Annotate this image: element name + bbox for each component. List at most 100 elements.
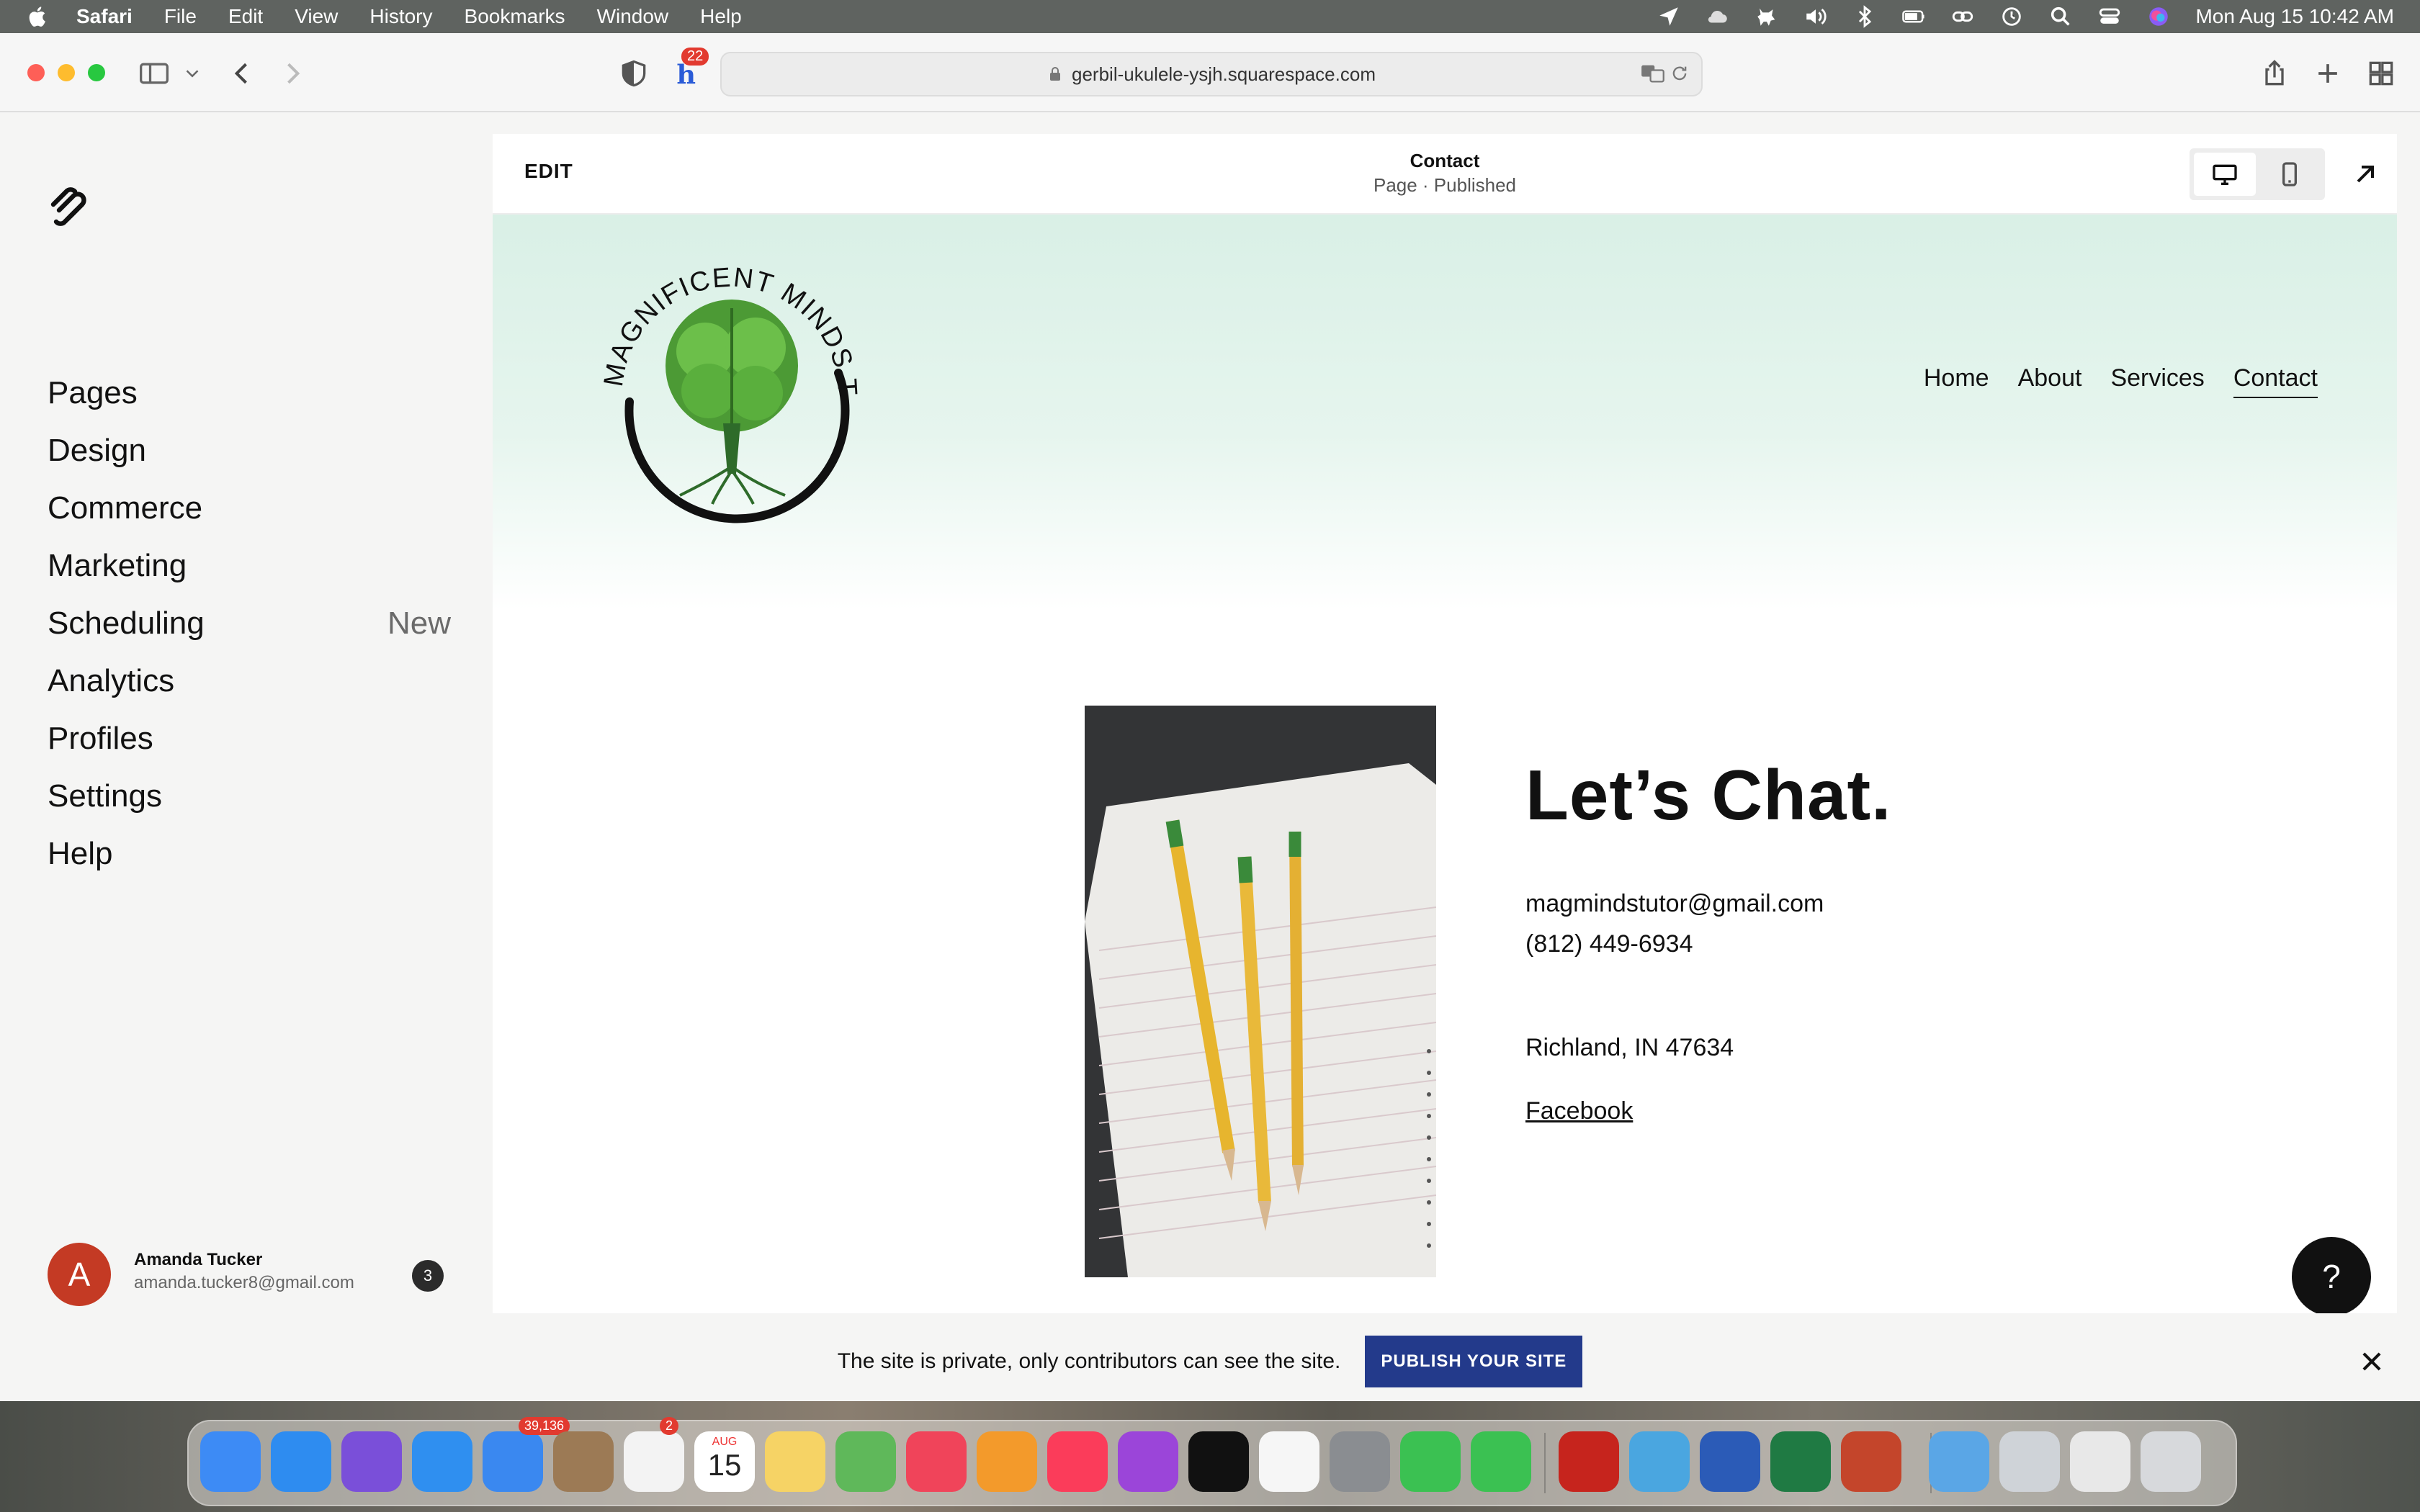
acrobat-icon[interactable] [1559,1431,1619,1492]
editor-topbar: EDIT Contact Page · Published [493,134,2397,215]
app-store-icon[interactable] [271,1431,331,1492]
bluetooth-icon[interactable] [1852,4,1877,29]
avatar[interactable]: A [48,1243,111,1306]
siri-icon[interactable] [2146,4,2171,29]
folder-icon[interactable] [1929,1431,1989,1492]
notes-icon[interactable] [765,1431,825,1492]
menu-view[interactable]: View [295,5,338,28]
system-preferences-icon[interactable] [1330,1431,1390,1492]
address-bar[interactable]: gerbil-ukulele-ysjh.squarespace.com [720,52,1703,96]
menu-help[interactable]: Help [700,5,742,28]
squarespace-logo-icon[interactable] [45,184,91,230]
menu-bookmarks[interactable]: Bookmarks [465,5,565,28]
facebook-link[interactable]: Facebook [1525,1097,1633,1125]
back-arrow-icon[interactable] [226,58,258,89]
facetime-icon[interactable] [1400,1431,1461,1492]
sidebar-item-help[interactable]: Help [48,825,451,883]
sidebar-item-label: Analytics [48,663,175,698]
reload-icon[interactable] [1670,63,1690,84]
trash-icon[interactable] [2141,1431,2201,1492]
screenshot-icon-2[interactable] [2070,1431,2130,1492]
site-nav-contact[interactable]: Contact [2233,364,2318,398]
dog-app-icon[interactable] [1629,1431,1690,1492]
lock-icon [1050,67,1060,81]
photos-icon[interactable] [1259,1431,1319,1492]
sidebar-item-scheduling[interactable]: Scheduling New [48,595,451,652]
calendar-icon[interactable]: AUG 15 [694,1431,755,1492]
sidebar-item-settings[interactable]: Settings [48,768,451,825]
menu-app-name[interactable]: Safari [76,5,133,28]
sidebar-item-label: Pages [48,375,138,410]
contacts-icon[interactable] [553,1431,614,1492]
sidebar-item-pages[interactable]: Pages [48,364,451,422]
sidebar-item-profiles[interactable]: Profiles [48,710,451,768]
contact-email[interactable]: magmindstutor@gmail.com [1525,890,1824,918]
help-question-button[interactable]: ? [2292,1237,2371,1313]
site-nav-about[interactable]: About [2018,364,2082,398]
safari-icon[interactable] [412,1431,472,1492]
link-icon[interactable] [1950,4,1975,29]
messages-icon[interactable] [1471,1431,1531,1492]
fullscreen-window-button[interactable] [88,64,105,81]
finder-icon[interactable] [200,1431,261,1492]
podcasts-icon[interactable] [1118,1431,1178,1492]
share-icon[interactable] [2259,58,2290,89]
cloud-icon[interactable] [1706,4,1730,29]
open-external-arrow-icon[interactable] [2351,160,2380,189]
menu-history[interactable]: History [369,5,432,28]
excel-icon[interactable] [1770,1431,1831,1492]
url-text[interactable]: gerbil-ukulele-ysjh.squarespace.com [1072,63,1376,86]
news-icon[interactable] [906,1431,967,1492]
new-tab-icon[interactable] [2312,58,2344,89]
mobile-view-button[interactable] [2259,153,2321,196]
minimize-window-button[interactable] [58,64,75,81]
privacy-shield-icon[interactable] [618,58,650,89]
menubar-clock[interactable]: Mon Aug 15 10:42 AM [2195,5,2394,28]
menu-file[interactable]: File [164,5,197,28]
location-icon[interactable] [1657,4,1681,29]
books-icon[interactable] [977,1431,1037,1492]
search-icon[interactable] [2048,4,2073,29]
forward-arrow-icon[interactable] [277,58,308,89]
site-nav-services[interactable]: Services [2110,364,2204,398]
phone-icon [2282,162,2297,186]
word-icon[interactable] [1700,1431,1760,1492]
close-icon[interactable] [2358,1348,2385,1375]
menu-edit[interactable]: Edit [228,5,263,28]
mail-icon[interactable] [483,1431,543,1492]
control-center-icon[interactable] [2097,4,2122,29]
new-badge: New [387,606,451,641]
dog-icon[interactable] [1754,4,1779,29]
notification-count-badge[interactable]: 3 [412,1260,444,1292]
site-navigation: Home About Services Contact [1924,364,2318,398]
site-nav-home[interactable]: Home [1924,364,1989,398]
magnificent-minds-logo[interactable]: MAGNIFICENT MINDS TUTORING [579,236,882,524]
battery-icon[interactable] [1901,4,1926,29]
sidebar-item-marketing[interactable]: Marketing [48,537,451,595]
siri-icon[interactable] [341,1431,402,1492]
calendar-month: AUG [712,1436,738,1448]
maps-icon[interactable] [835,1431,896,1492]
tab-overview-icon[interactable] [2365,58,2397,89]
sidebar-toggle-icon[interactable] [138,58,170,89]
apple-icon[interactable] [26,4,50,29]
sidebar-item-label: Commerce [48,490,203,526]
translate-icon[interactable] [1641,63,1665,84]
menu-window[interactable]: Window [597,5,669,28]
chevron-down-icon[interactable] [182,58,203,89]
reminders-icon[interactable] [624,1431,684,1492]
time-machine-icon[interactable] [1999,4,2024,29]
close-window-button[interactable] [27,64,45,81]
desktop-view-button[interactable] [2194,153,2256,196]
publish-site-button[interactable]: PUBLISH YOUR SITE [1365,1336,1583,1387]
powerpoint-icon[interactable] [1841,1431,1901,1492]
sidebar-item-design[interactable]: Design [48,422,451,480]
contact-phone[interactable]: (812) 449-6934 [1525,930,1693,958]
apple-tv-icon[interactable] [1188,1431,1249,1492]
screenshot-icon[interactable] [1999,1431,2060,1492]
sidebar-item-commerce[interactable]: Commerce [48,480,451,537]
volume-icon[interactable] [1803,4,1828,29]
user-account[interactable]: A Amanda Tucker amanda.tucker8@gmail.com… [48,1243,451,1308]
sidebar-item-analytics[interactable]: Analytics [48,652,451,710]
music-icon[interactable] [1047,1431,1108,1492]
